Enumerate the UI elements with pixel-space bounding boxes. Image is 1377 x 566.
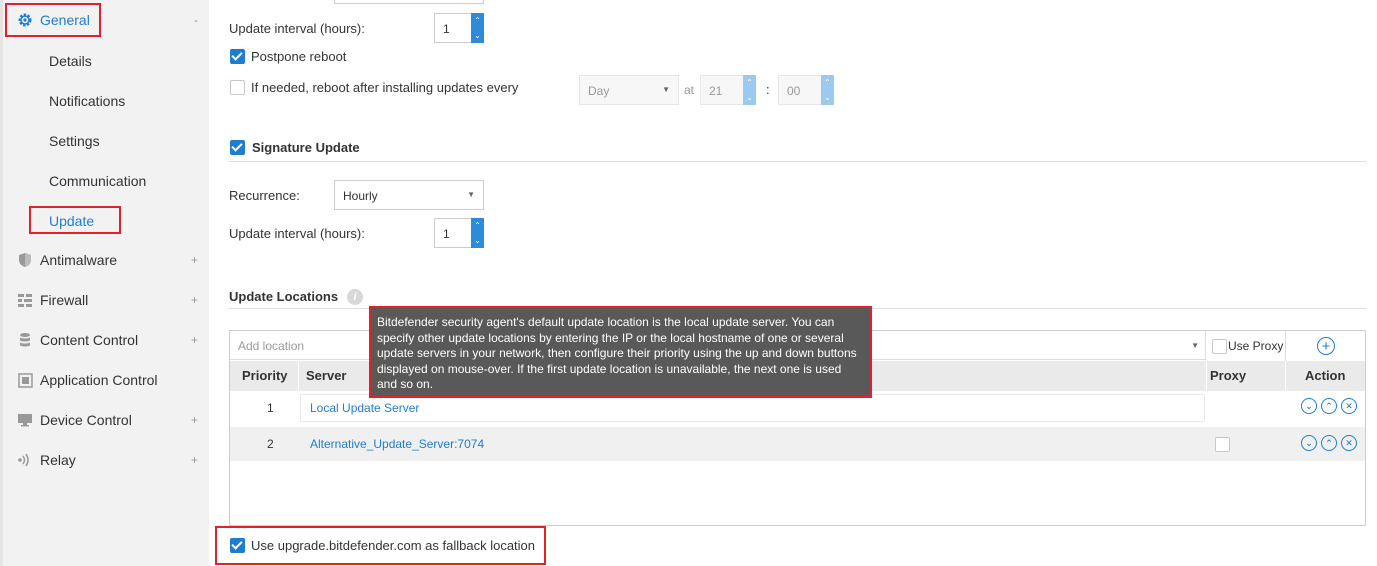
use-proxy-checkbox[interactable]	[1212, 339, 1227, 354]
reboot-hour-value: 21	[709, 84, 723, 98]
monitor-icon	[17, 412, 33, 428]
recurrence-label: Recurrence:	[229, 188, 300, 203]
recurrence-select[interactable]: Hourly ▼	[334, 180, 484, 210]
sidebar-item-details[interactable]: Details	[49, 53, 92, 69]
nav-antimalware[interactable]: Antimalware +	[3, 240, 212, 280]
column-priority: Priority	[242, 368, 288, 383]
row-server: Local Update Server	[310, 401, 420, 415]
update-locations-title: Update Locations	[229, 289, 339, 304]
fallback-label: Use upgrade.bitdefender.com as fallback …	[251, 538, 536, 553]
dropdown-caret-icon: ▼	[467, 190, 475, 199]
move-up-icon[interactable]: ⌃	[1321, 435, 1337, 451]
update-highlight	[29, 206, 121, 234]
expand-toggle[interactable]: +	[191, 293, 198, 307]
nav-device-control[interactable]: Device Control +	[3, 400, 212, 440]
nav-content-control[interactable]: Content Control +	[3, 320, 212, 360]
nav-content-control-label: Content Control	[40, 332, 139, 348]
dropdown-caret-icon: ▼	[662, 85, 670, 94]
update-locations-tooltip: Bitdefender security agent's default upd…	[369, 306, 872, 398]
stepper-down-icon[interactable]: ⌄	[821, 90, 834, 105]
expand-toggle[interactable]: +	[191, 333, 198, 347]
sidebar-item-communication[interactable]: Communication	[49, 173, 146, 189]
signature-interval-label: Update interval (hours):	[229, 226, 365, 241]
sidebar-item-notifications[interactable]: Notifications	[49, 93, 125, 109]
reboot-label: If needed, reboot after installing updat…	[251, 80, 519, 95]
cell-divider	[298, 361, 299, 391]
postpone-reboot-label: Postpone reboot	[251, 49, 347, 64]
nav-relay-label: Relay	[40, 452, 76, 468]
cell-divider	[1206, 361, 1207, 391]
sidebar-item-settings[interactable]: Settings	[49, 133, 100, 149]
application-icon	[17, 372, 33, 388]
update-interval-label: Update interval (hours):	[229, 21, 365, 36]
table-row[interactable]: 2 Alternative_Update_Server:7074 ⌄ ⌃ ✕	[230, 427, 1365, 461]
row-priority: 2	[267, 437, 274, 451]
firewall-icon	[17, 292, 33, 308]
collapse-toggle[interactable]: -	[194, 13, 198, 27]
stepper-up-icon[interactable]: ⌃	[471, 13, 484, 28]
at-label: at	[684, 83, 695, 97]
nav-relay[interactable]: Relay +	[3, 440, 212, 480]
stepper-up-icon[interactable]: ⌃	[471, 218, 484, 233]
column-action: Action	[1305, 368, 1346, 383]
row-server: Alternative_Update_Server:7074	[310, 437, 485, 451]
signature-interval-value: 1	[443, 227, 450, 241]
signature-update-checkbox[interactable]	[230, 140, 245, 155]
dropdown-caret-icon: ▼	[1191, 341, 1199, 350]
update-interval-value: 1	[443, 22, 450, 36]
stepper-up-icon[interactable]: ⌃	[743, 75, 756, 90]
time-colon: :	[766, 82, 770, 97]
cell-divider	[1285, 361, 1286, 391]
recurrence-value: Hourly	[343, 189, 378, 203]
server-field[interactable]	[300, 394, 1205, 422]
row-proxy-checkbox[interactable]	[1215, 437, 1230, 452]
nav-device-control-label: Device Control	[40, 412, 132, 428]
nav-antimalware-label: Antimalware	[40, 252, 118, 268]
nav-firewall-label: Firewall	[40, 292, 89, 308]
stepper-down-icon[interactable]: ⌄	[471, 28, 484, 43]
stepper-down-icon[interactable]: ⌄	[471, 233, 484, 248]
product-recurrence-select[interactable]	[334, 0, 484, 4]
remove-icon[interactable]: ✕	[1341, 398, 1357, 414]
add-location-plus-icon[interactable]: +	[1317, 337, 1335, 355]
expand-toggle[interactable]: +	[191, 253, 198, 267]
fallback-checkbox[interactable]	[230, 538, 245, 553]
stepper-up-icon[interactable]: ⌃	[821, 75, 834, 90]
column-server: Server	[306, 368, 347, 383]
signal-icon	[17, 452, 33, 468]
reboot-day-value: Day	[588, 84, 610, 98]
move-up-icon[interactable]: ⌃	[1321, 398, 1337, 414]
shield-icon	[17, 252, 33, 268]
use-proxy-label: Use Proxy	[1228, 339, 1284, 353]
move-down-icon[interactable]: ⌄	[1301, 435, 1317, 451]
move-down-icon[interactable]: ⌄	[1301, 398, 1317, 414]
add-location-placeholder: Add location	[238, 339, 305, 353]
reboot-checkbox[interactable]	[230, 80, 245, 95]
column-proxy: Proxy	[1210, 368, 1247, 383]
postpone-reboot-checkbox[interactable]	[230, 49, 245, 64]
database-icon	[17, 332, 33, 348]
cell-divider	[1285, 331, 1286, 361]
section-divider	[229, 161, 1366, 162]
info-icon[interactable]: i	[347, 289, 363, 305]
expand-toggle[interactable]: +	[191, 413, 198, 427]
sidebar: General - Details Notifications Settings…	[0, 0, 209, 566]
update-interval-stepper[interactable]: 1 ⌃ ⌄	[434, 13, 484, 43]
expand-toggle[interactable]: +	[191, 453, 198, 467]
stepper-down-icon[interactable]: ⌄	[743, 90, 756, 105]
general-highlight	[5, 3, 101, 37]
reboot-hour-stepper[interactable]: 21 ⌃ ⌄	[700, 75, 756, 105]
row-priority: 1	[267, 401, 274, 415]
nav-application-control[interactable]: Application Control	[3, 360, 212, 400]
reboot-minute-value: 00	[787, 84, 801, 98]
reboot-day-select[interactable]: Day ▼	[579, 75, 679, 105]
nav-firewall[interactable]: Firewall +	[3, 280, 212, 320]
remove-icon[interactable]: ✕	[1341, 435, 1357, 451]
nav-application-control-label: Application Control	[40, 372, 158, 388]
reboot-minute-stepper[interactable]: 00 ⌃ ⌄	[778, 75, 834, 105]
signature-update-title: Signature Update	[252, 140, 360, 155]
signature-interval-stepper[interactable]: 1 ⌃ ⌄	[434, 218, 484, 248]
